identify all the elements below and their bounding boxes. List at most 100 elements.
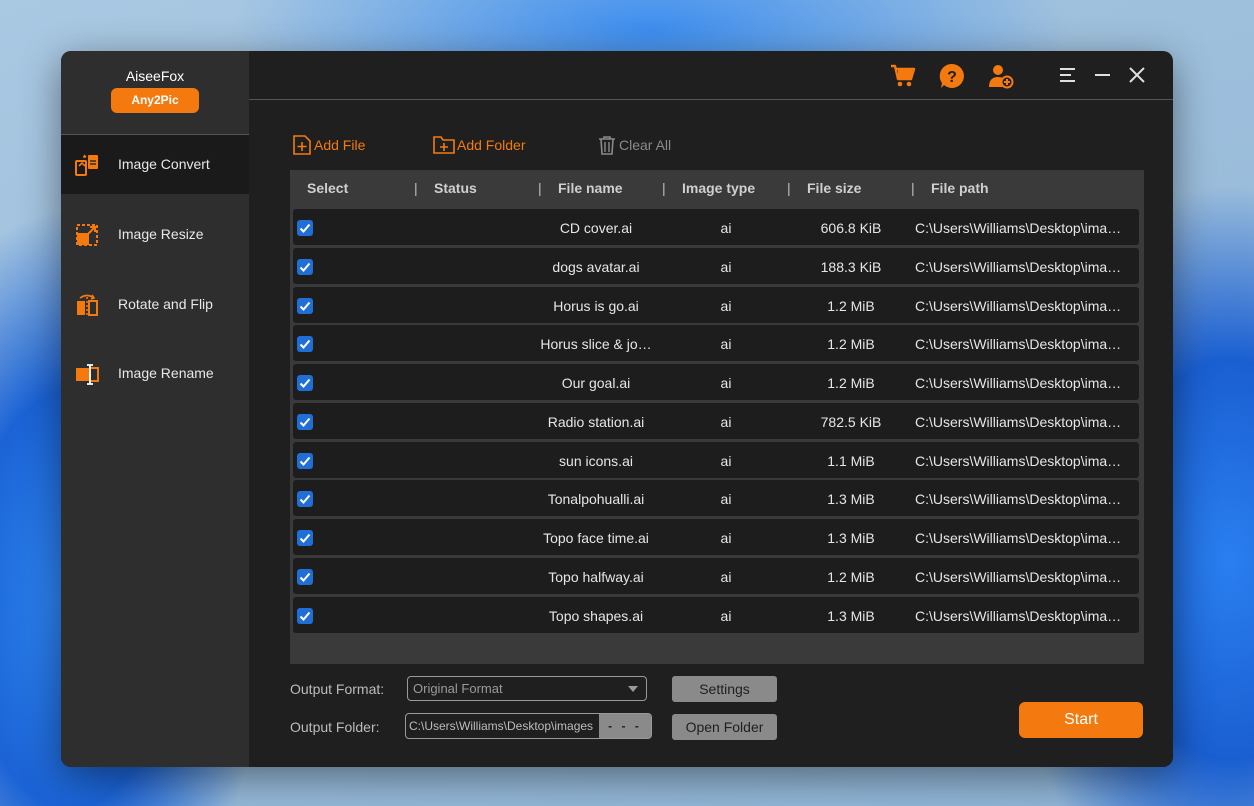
table-row[interactable]: Tonalpohualli.ai ai 1.3 MiB C:\Users\Wil… [293,480,1139,516]
brand-header: AiseeFox Any2Pic [61,51,249,135]
row-checkbox[interactable] [297,491,313,507]
settings-button[interactable]: Settings [672,676,777,702]
column-header-image-type[interactable]: Image type [682,180,755,196]
file-size: 188.3 KiB [820,259,882,275]
check-icon [299,611,311,621]
add-file-button[interactable]: Add File [291,134,365,156]
column-header-file-name[interactable]: File name [558,180,623,196]
chevron-down-icon [628,686,638,692]
table-row[interactable]: Topo face time.ai ai 1.3 MiB C:\Users\Wi… [293,519,1139,555]
browse-folder-button[interactable]: - - - [599,714,651,738]
file-size: 606.8 KiB [820,220,882,236]
add-folder-label: Add Folder [457,137,526,153]
check-icon [299,262,311,272]
table-row[interactable]: Radio station.ai ai 782.5 KiB C:\Users\W… [293,403,1139,439]
file-path: C:\Users\Williams\Desktop\ima… [915,453,1122,469]
file-name: CD cover.ai [559,220,633,236]
table-row[interactable]: dogs avatar.ai ai 188.3 KiB C:\Users\Wil… [293,248,1139,284]
svg-text:?: ? [947,69,957,86]
rotate-flip-icon [75,293,99,317]
file-name: Our goal.ai [561,375,631,391]
file-path: C:\Users\Williams\Desktop\ima… [915,414,1122,430]
minimize-icon[interactable] [1092,64,1118,90]
sidebar: AiseeFox Any2Pic Image Convert Image Res… [61,51,249,767]
column-separator: | [662,180,666,196]
check-icon [299,378,311,388]
file-path: C:\Users\Williams\Desktop\ima… [915,336,1122,352]
table-row[interactable]: sun icons.ai ai 1.1 MiB C:\Users\William… [293,442,1139,478]
row-checkbox[interactable] [297,530,313,546]
image-type: ai [720,453,732,469]
file-size: 1.2 MiB [827,336,875,352]
check-icon [299,417,311,427]
file-size: 1.3 MiB [827,608,875,624]
image-rename-icon [75,362,99,386]
add-folder-icon [433,136,455,154]
file-path: C:\Users\Williams\Desktop\ima… [915,259,1122,275]
start-button[interactable]: Start [1019,702,1143,738]
close-icon[interactable] [1126,64,1152,90]
table-row[interactable]: Topo shapes.ai ai 1.3 MiB C:\Users\Willi… [293,597,1139,633]
image-type: ai [720,375,732,391]
menu-icon[interactable] [1057,64,1083,90]
sidebar-item-image-convert[interactable]: Image Convert [61,135,249,194]
clear-all-button[interactable]: Clear All [596,134,671,156]
row-checkbox[interactable] [297,569,313,585]
open-folder-button[interactable]: Open Folder [672,714,777,740]
file-size: 1.3 MiB [827,491,875,507]
table-header: Select | Status | File name | Image type… [290,170,1144,206]
column-header-status[interactable]: Status [434,180,477,196]
table-row[interactable]: Horus slice & jo… ai 1.2 MiB C:\Users\Wi… [293,325,1139,361]
row-checkbox[interactable] [297,375,313,391]
file-name: Topo face time.ai [543,530,649,546]
add-file-icon [293,135,311,155]
image-type: ai [720,298,732,314]
add-file-label: Add File [314,137,366,153]
table-row[interactable]: Topo halfway.ai ai 1.2 MiB C:\Users\Will… [293,558,1139,594]
sidebar-item-label: Image Resize [118,226,204,242]
row-checkbox[interactable] [297,608,313,624]
file-size: 1.2 MiB [827,375,875,391]
sidebar-item-label: Rotate and Flip [118,296,213,312]
trash-icon [599,136,615,155]
row-checkbox[interactable] [297,336,313,352]
table-row[interactable]: CD cover.ai ai 606.8 KiB C:\Users\Willia… [293,209,1139,245]
file-name: dogs avatar.ai [552,259,640,275]
row-checkbox[interactable] [297,259,313,275]
app-window: AiseeFox Any2Pic Image Convert Image Res… [61,51,1173,767]
file-path: C:\Users\Williams\Desktop\ima… [915,298,1122,314]
column-separator: | [911,180,915,196]
row-checkbox[interactable] [297,453,313,469]
row-checkbox[interactable] [297,414,313,430]
sidebar-item-rotate-flip[interactable]: Rotate and Flip [61,275,249,334]
column-separator: | [538,180,542,196]
column-header-file-size[interactable]: File size [807,180,861,196]
column-header-file-path[interactable]: File path [931,180,989,196]
row-checkbox[interactable] [297,220,313,236]
row-checkbox[interactable] [297,298,313,314]
image-convert-icon [75,153,99,177]
cart-icon[interactable] [890,63,916,89]
file-name: Horus slice & jo… [540,336,652,352]
output-folder-input[interactable] [406,714,602,738]
file-size: 1.2 MiB [827,298,875,314]
column-header-select[interactable]: Select [307,180,348,196]
column-separator: | [414,180,418,196]
table-row[interactable]: Our goal.ai ai 1.2 MiB C:\Users\Williams… [293,364,1139,400]
sidebar-item-image-resize[interactable]: Image Resize [61,205,249,264]
add-folder-button[interactable]: Add Folder [432,134,525,156]
product-badge: Any2Pic [111,88,199,113]
file-size: 1.2 MiB [827,569,875,585]
help-icon[interactable]: ? [939,63,965,89]
output-format-select[interactable]: Original Format [407,676,647,701]
sidebar-item-image-rename[interactable]: Image Rename [61,344,249,403]
image-type: ai [720,530,732,546]
file-name: Topo halfway.ai [548,569,644,585]
user-add-icon[interactable] [988,63,1014,89]
file-path: C:\Users\Williams\Desktop\ima… [915,530,1122,546]
check-icon [299,223,311,233]
file-name: Horus is go.ai [553,298,639,314]
image-type: ai [720,608,732,624]
table-row[interactable]: Horus is go.ai ai 1.2 MiB C:\Users\Willi… [293,287,1139,323]
clear-all-label: Clear All [619,137,672,153]
